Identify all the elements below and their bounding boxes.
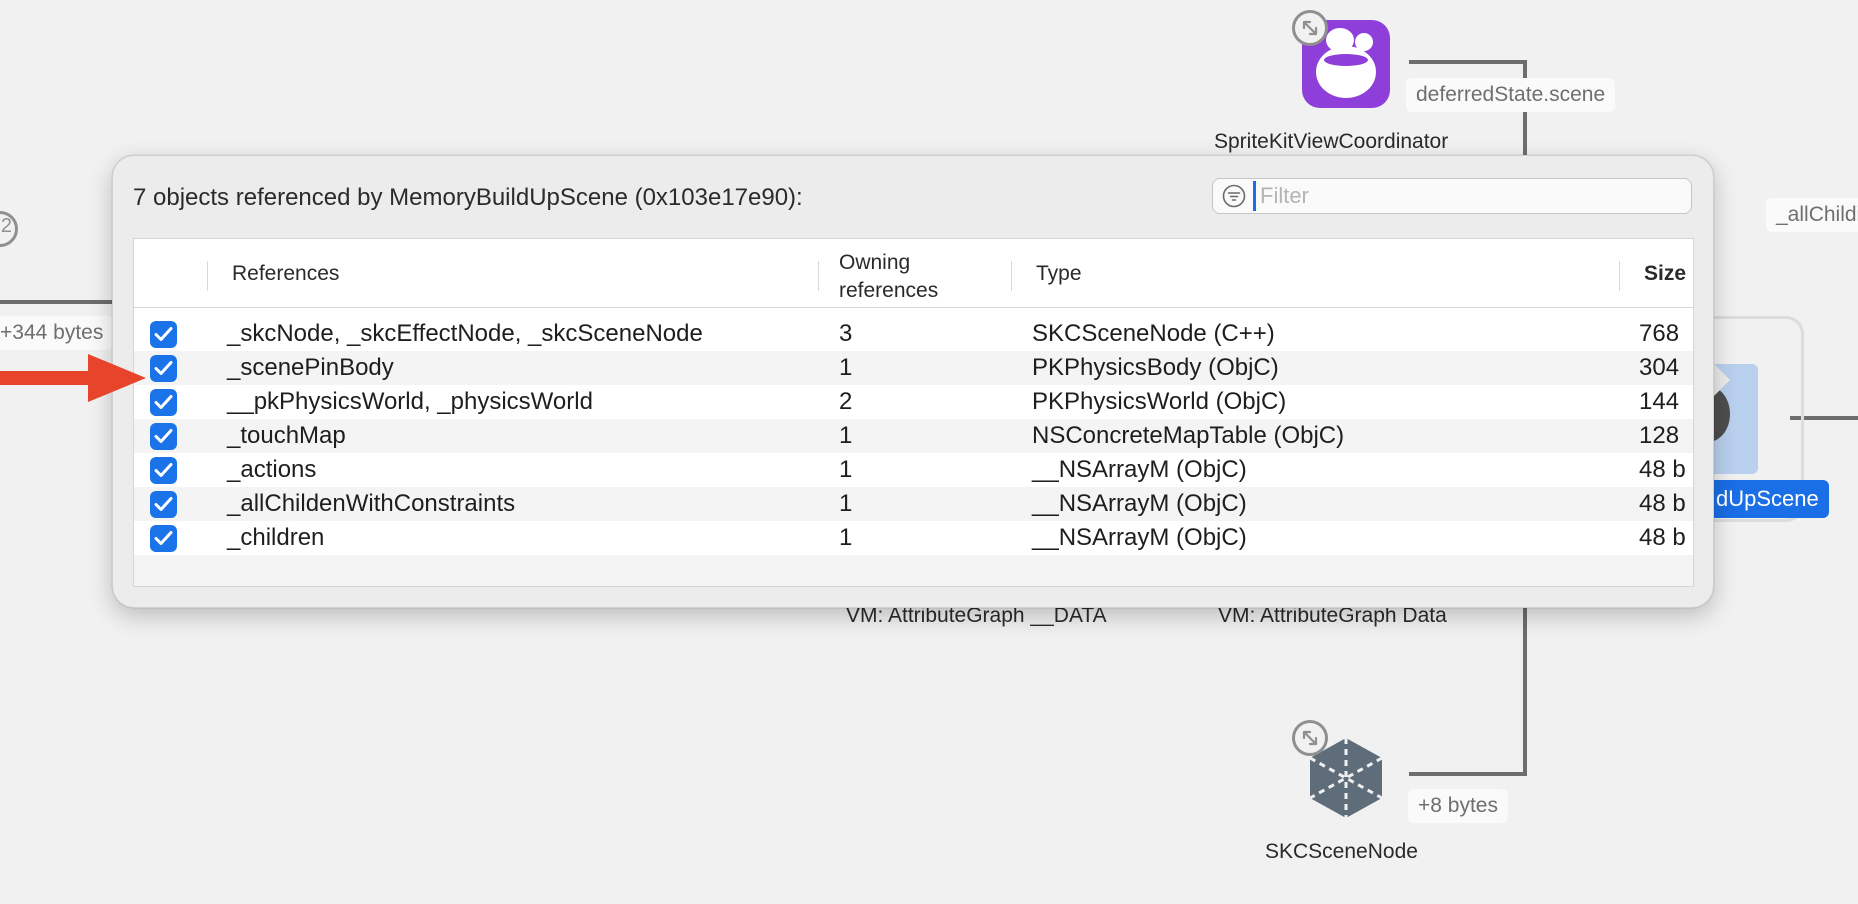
owning-cell: 1 <box>839 524 853 551</box>
table-empty-area <box>134 555 1693 586</box>
column-separator[interactable] <box>1619 261 1620 291</box>
include-checkbox[interactable] <box>150 457 177 484</box>
size-cell: 144 <box>1639 388 1680 415</box>
type-cell: __NSArrayM (ObjC) <box>1032 490 1247 517</box>
include-checkbox[interactable] <box>150 355 177 382</box>
expand-icon[interactable] <box>1292 720 1328 756</box>
column-header-size[interactable]: Size <box>1644 262 1686 286</box>
selected-node-label[interactable]: dUpScene <box>1700 480 1829 518</box>
edge-line <box>1409 60 1527 64</box>
popover-title: 7 objects referenced by MemoryBuildUpSce… <box>133 184 803 211</box>
include-checkbox[interactable] <box>150 491 177 518</box>
include-checkbox[interactable] <box>150 525 177 552</box>
size-cell: 768 <box>1639 320 1680 347</box>
owning-cell: 1 <box>839 456 853 483</box>
table-row[interactable]: _touchMap 1 NSConcreteMapTable (ObjC) 12… <box>134 419 1693 453</box>
type-cell: PKPhysicsWorld (ObjC) <box>1032 388 1287 415</box>
table-row[interactable]: __pkPhysicsWorld, _physicsWorld 2 PKPhys… <box>134 385 1693 419</box>
references-table: References Owning references Type Size _… <box>133 238 1694 587</box>
type-cell: __NSArrayM (ObjC) <box>1032 524 1247 551</box>
column-header-owning-line1: Owning <box>839 251 911 274</box>
column-separator[interactable] <box>1011 261 1012 291</box>
filter-field[interactable] <box>1212 178 1692 214</box>
memory-graph-canvas[interactable]: 2 +344 bytes SpriteKitViewCoordinator de… <box>0 0 1858 904</box>
table-row[interactable]: _actions 1 __NSArrayM (ObjC) 48 b <box>134 453 1693 487</box>
type-cell: PKPhysicsBody (ObjC) <box>1032 354 1279 381</box>
column-separator[interactable] <box>818 261 819 291</box>
owning-cell: 3 <box>839 320 853 347</box>
references-cell: _allChildenWithConstraints <box>227 490 516 517</box>
size-cell: 48 b <box>1639 490 1686 517</box>
column-separator[interactable] <box>207 261 208 291</box>
references-cell: _skcNode, _skcEffectNode, _skcSceneNode <box>227 320 703 347</box>
edge-tag: deferredState.scene <box>1406 78 1616 112</box>
column-header-owning[interactable]: Owning references <box>839 249 938 305</box>
type-cell: SKCSceneNode (C++) <box>1032 320 1275 347</box>
include-checkbox[interactable] <box>150 321 177 348</box>
edge-tag: +8 bytes <box>1408 789 1508 823</box>
edge-line <box>1523 600 1527 776</box>
table-row[interactable]: _skcNode, _skcEffectNode, _skcSceneNode … <box>134 317 1693 351</box>
node-label: SKCSceneNode <box>1265 840 1418 863</box>
references-cell: _actions <box>227 456 317 483</box>
references-popover: 7 objects referenced by MemoryBuildUpSce… <box>112 155 1714 608</box>
popover-arrow <box>1712 362 1730 398</box>
filter-input[interactable] <box>1253 181 1680 211</box>
size-cell: 48 b <box>1639 524 1686 551</box>
size-cell: 128 <box>1639 422 1680 449</box>
left-node-glyph: 2 <box>0 215 12 237</box>
references-cell: _children <box>227 524 325 551</box>
type-cell: __NSArrayM (ObjC) <box>1032 456 1247 483</box>
filter-icon <box>1222 184 1246 208</box>
include-checkbox[interactable] <box>150 389 177 416</box>
include-checkbox[interactable] <box>150 423 177 450</box>
references-cell: _scenePinBody <box>227 354 394 381</box>
edge-line <box>1409 772 1527 776</box>
size-cell: 48 b <box>1639 456 1686 483</box>
edge-line <box>0 300 115 304</box>
size-cell: 304 <box>1639 354 1680 381</box>
table-row[interactable]: _children 1 __NSArrayM (ObjC) 48 b <box>134 521 1693 555</box>
expand-icon[interactable] <box>1292 10 1328 46</box>
references-cell: __pkPhysicsWorld, _physicsWorld <box>227 388 593 415</box>
column-header-references[interactable]: References <box>232 262 339 286</box>
column-header-owning-line2: references <box>839 279 939 302</box>
owning-cell: 1 <box>839 354 853 381</box>
left-node-badge[interactable]: 2 <box>0 211 18 247</box>
column-header-type[interactable]: Type <box>1036 262 1082 286</box>
owning-cell: 1 <box>839 490 853 517</box>
references-cell: _touchMap <box>227 422 346 449</box>
edge-size-tag: +344 bytes <box>0 316 114 350</box>
table-header: References Owning references Type Size <box>134 239 1693 308</box>
node-label: SpriteKitViewCoordinator <box>1214 130 1449 153</box>
edge-tag: _allChildi <box>1766 198 1858 232</box>
table-row[interactable]: _allChildenWithConstraints 1 __NSArrayM … <box>134 487 1693 521</box>
type-cell: NSConcreteMapTable (ObjC) <box>1032 422 1345 449</box>
owning-cell: 1 <box>839 422 853 449</box>
table-row[interactable]: _scenePinBody 1 PKPhysicsBody (ObjC) 304 <box>134 351 1693 385</box>
owning-cell: 2 <box>839 388 853 415</box>
red-arrow-icon <box>0 350 150 411</box>
